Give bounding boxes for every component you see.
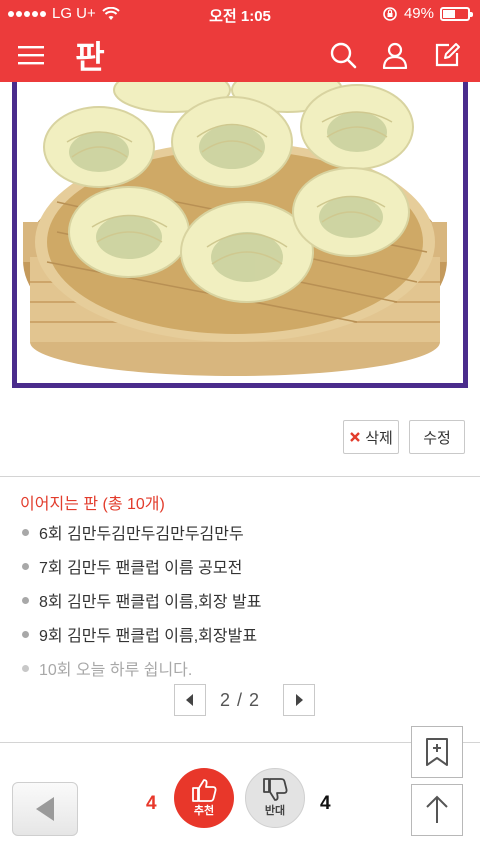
battery-percent: 49% xyxy=(403,5,434,22)
thumbs-up-icon xyxy=(192,779,217,802)
series-list: 6회 김만두김만두김만두김만두 7회 김만두 팬클럽 이름 공모전 8회 김만두… xyxy=(22,515,262,685)
top-navbar: 판 xyxy=(0,28,480,82)
bullet-icon xyxy=(22,630,29,638)
compose-icon xyxy=(435,43,460,67)
chevron-left-icon xyxy=(186,694,193,706)
battery-icon xyxy=(440,6,473,21)
bottom-divider xyxy=(0,742,480,743)
write-button[interactable] xyxy=(428,36,466,74)
bookmark-add-icon xyxy=(426,738,448,766)
user-icon xyxy=(382,42,408,69)
series-item-label: 9회 김만두 팬클럽 이름,회장발표 xyxy=(39,628,258,645)
series-item-label: 8회 김만두 팬클럽 이름,회장 발표 xyxy=(39,594,262,611)
app-logo[interactable]: 판 xyxy=(68,34,112,76)
series-title: 이어지는 판 (총 10개) xyxy=(20,496,165,513)
profile-button[interactable] xyxy=(376,36,414,74)
delete-label: 삭제 xyxy=(365,429,393,447)
series-item-label: 6회 김만두김만두김만두김만두 xyxy=(39,526,244,543)
pager-next-button[interactable] xyxy=(283,684,315,716)
rotation-lock-icon xyxy=(383,6,397,21)
post-image xyxy=(12,82,468,388)
downvote-button[interactable]: 반대 xyxy=(245,768,305,828)
scroll-top-button[interactable] xyxy=(411,784,463,836)
search-button[interactable] xyxy=(324,36,362,74)
image-frame xyxy=(12,82,468,388)
pager-indicator: 2 / 2 xyxy=(219,690,261,710)
delete-button[interactable]: 삭제 xyxy=(343,420,399,454)
series-item[interactable]: 9회 김만두 팬클럽 이름,회장발표 xyxy=(22,617,262,651)
upvote-count: 4 xyxy=(146,793,157,814)
edit-button[interactable]: 수정 xyxy=(409,420,465,454)
upvote-button[interactable]: 추천 xyxy=(174,768,234,828)
triangle-left-icon xyxy=(36,797,54,821)
back-button[interactable] xyxy=(12,782,78,836)
downvote-label: 반대 xyxy=(264,805,286,817)
search-icon xyxy=(330,42,357,69)
thumbs-down-icon xyxy=(263,778,288,801)
series-item-label: 7회 김만두 팬클럽 이름 공모전 xyxy=(39,560,243,577)
series-item[interactable]: 7회 김만두 팬클럽 이름 공모전 xyxy=(22,549,262,583)
section-divider xyxy=(0,476,480,477)
bullet-icon xyxy=(22,528,29,536)
chevron-right-icon xyxy=(296,694,303,706)
status-bar: LG U+ 오전 1:05 49% xyxy=(0,0,480,28)
series-item-label: 10회 오늘 하루 쉽니다. xyxy=(39,662,193,679)
close-icon xyxy=(350,432,361,442)
downvote-count: 4 xyxy=(320,793,331,814)
series-item-current[interactable]: 10회 오늘 하루 쉽니다. xyxy=(22,651,262,685)
bullet-icon xyxy=(22,664,29,672)
arrow-up-icon xyxy=(426,795,448,823)
bullet-icon xyxy=(22,596,29,604)
dumplings-image xyxy=(17,82,463,383)
bullet-icon xyxy=(22,562,29,570)
series-item[interactable]: 6회 김만두김만두김만두김만두 xyxy=(22,515,262,549)
bookmark-button[interactable] xyxy=(411,726,463,778)
series-item[interactable]: 8회 김만두 팬클럽 이름,회장 발표 xyxy=(22,583,262,617)
menu-button[interactable] xyxy=(12,36,50,74)
edit-label: 수정 xyxy=(423,429,451,447)
upvote-label: 추천 xyxy=(193,805,215,817)
hamburger-icon xyxy=(18,46,44,65)
